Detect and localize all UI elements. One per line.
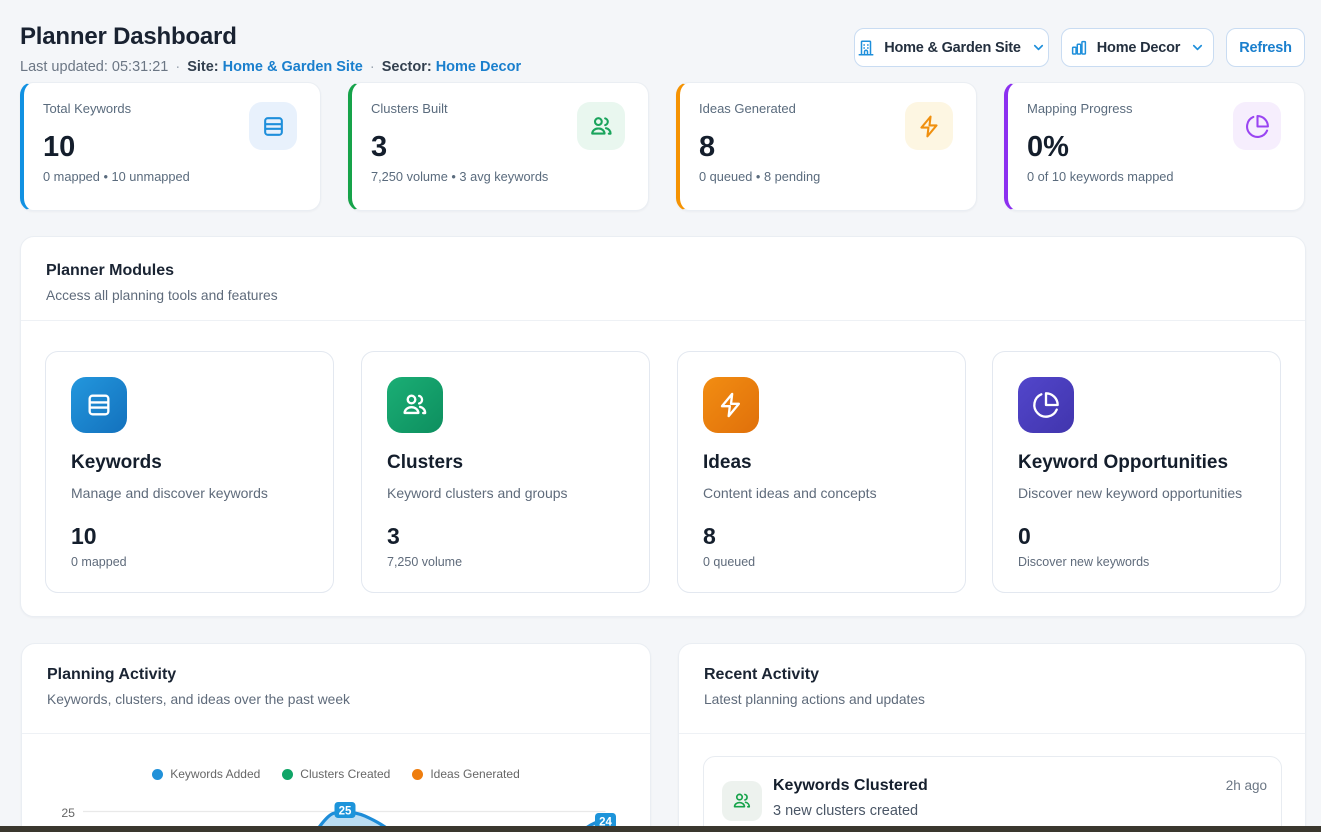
svg-text:25: 25 bbox=[339, 805, 352, 817]
